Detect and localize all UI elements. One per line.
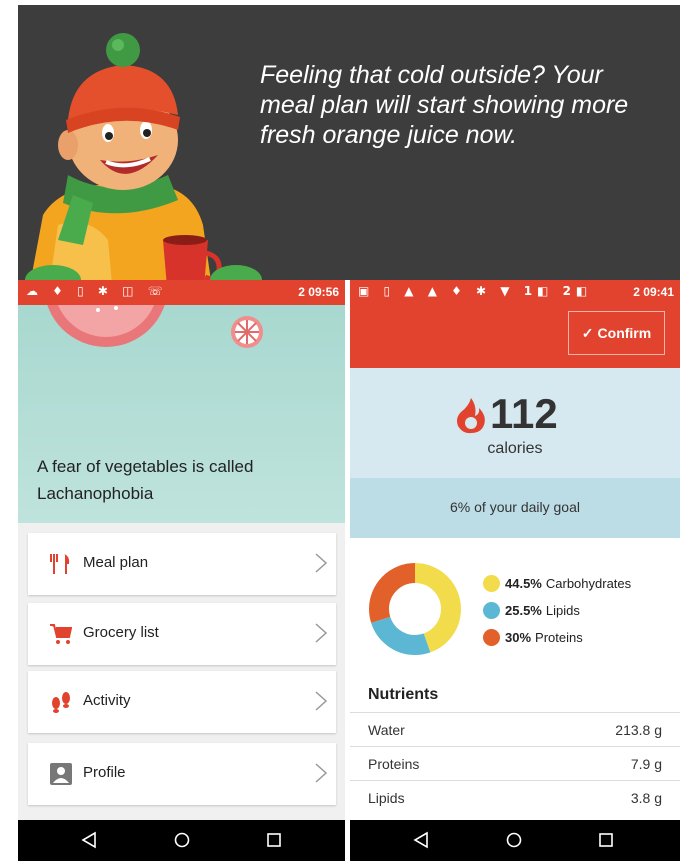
check-icon: ✓: [581, 324, 594, 341]
chevron-right-icon: [315, 553, 328, 573]
status-bar-left: ☁ ♦ ▯ ✱ ◫ ☏ 2 09:56: [18, 280, 345, 305]
sim1-indicator: 1: [523, 284, 538, 298]
battery-indicator: 2: [298, 285, 305, 299]
nutrient-row: Lipids 3.8 g: [350, 780, 680, 814]
home-icon[interactable]: [505, 831, 523, 849]
menu-item-grocery-list[interactable]: Grocery list: [28, 603, 336, 665]
grapefruit-illustration: [47, 305, 165, 347]
menu-item-label: Meal plan: [83, 554, 149, 571]
status-icons: ▣ ▯ ▲ ▲ ♦ ✱ ▼ 1◧ 2◧: [358, 284, 593, 298]
back-icon[interactable]: [412, 831, 430, 849]
recents-icon[interactable]: [597, 831, 615, 849]
nutrient-row: Proteins 7.9 g: [350, 746, 680, 780]
status-icons: ☁ ♦ ▯ ✱ ◫ ☏: [26, 284, 168, 298]
recents-icon[interactable]: [265, 831, 283, 849]
legend-dot: [483, 574, 500, 592]
home-icon[interactable]: [173, 831, 191, 849]
macros-section: 44.5% Carbohydrates 25.5% Lipids 30% Pro…: [350, 538, 680, 678]
daily-goal-card: 6% of your daily goal: [350, 478, 680, 538]
fun-fact-text: A fear of vegetables is called Lachanoph…: [37, 457, 254, 503]
legend-carbohydrates: 44.5% Carbohydrates: [483, 573, 631, 593]
menu-item-activity[interactable]: Activity: [28, 671, 336, 733]
flame-icon: [457, 398, 485, 434]
nutrients-heading: Nutrients: [368, 686, 439, 703]
menu-item-meal-plan[interactable]: Meal plan: [28, 533, 336, 595]
menu-item-profile[interactable]: Profile: [28, 743, 336, 805]
chevron-right-icon: [315, 623, 328, 643]
status-time: 2 09:41: [633, 285, 674, 299]
legend-dot: [483, 601, 500, 619]
battery-indicator: 2: [633, 285, 640, 299]
android-navbar-right: [350, 820, 680, 861]
back-icon[interactable]: [80, 831, 98, 849]
cutlery-icon: [50, 554, 70, 574]
calories-unit: calories: [487, 440, 543, 457]
app-header: ✓ Confirm: [350, 305, 680, 368]
chevron-right-icon: [315, 691, 328, 711]
calories-value: 112: [490, 390, 558, 437]
footsteps-icon: [52, 692, 70, 713]
macros-donut-chart: [369, 563, 461, 655]
calories-card: 112 calories: [350, 368, 680, 478]
main-menu: Meal plan Grocery list Activity Profile: [18, 523, 345, 820]
menu-item-label: Grocery list: [83, 624, 159, 641]
legend-lipids: 25.5% Lipids: [483, 600, 580, 620]
fact-card: A fear of vegetables is called Lachanoph…: [18, 305, 345, 523]
cart-icon: [50, 624, 72, 644]
daily-goal-text: 6% of your daily goal: [450, 499, 580, 515]
legend-dot: [483, 628, 500, 646]
menu-item-label: Activity: [83, 692, 131, 709]
citrus-slice-icon: [231, 316, 263, 348]
chevron-right-icon: [315, 763, 328, 783]
mascot-illustration: [25, 33, 262, 295]
confirm-button[interactable]: ✓ Confirm: [568, 311, 665, 355]
status-time: 2 09:56: [298, 285, 339, 299]
nutrient-row: Water 213.8 g: [350, 712, 680, 746]
person-icon: [50, 763, 72, 785]
menu-item-label: Profile: [83, 764, 126, 781]
legend-proteins: 30% Proteins: [483, 627, 583, 647]
sim2-indicator: 2: [562, 284, 576, 298]
status-bar-right: ▣ ▯ ▲ ▲ ♦ ✱ ▼ 1◧ 2◧ 2 09:41: [350, 280, 680, 305]
banner-tagline: Feeling that cold outside? Your meal pla…: [260, 61, 629, 149]
android-navbar-left: [18, 820, 345, 861]
